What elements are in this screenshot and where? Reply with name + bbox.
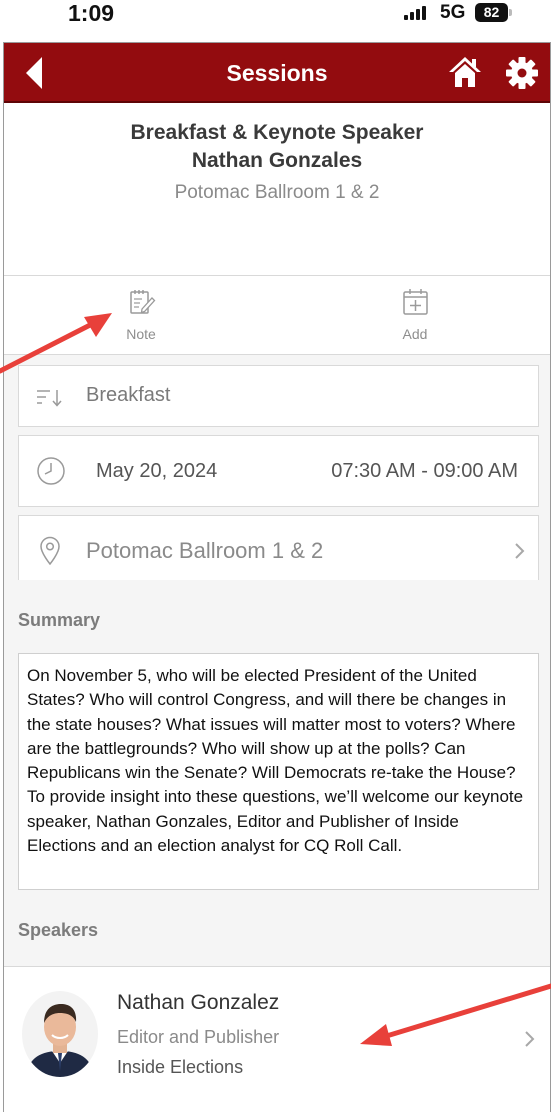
session-title-line1: Breakfast & Keynote Speaker (130, 121, 424, 144)
session-location: Potomac Ballroom 1 & 2 (174, 182, 380, 203)
location-text: Potomac Ballroom 1 & 2 (86, 538, 324, 563)
summary-section: Summary On November 5, who will be elect… (4, 580, 550, 966)
sort-icon (37, 390, 62, 407)
signal-strength-icon (404, 6, 430, 20)
session-time-range: 07:30 AM - 09:00 AM (331, 460, 518, 482)
app-header: Sessions (4, 43, 550, 103)
note-button[interactable]: Note (81, 276, 201, 356)
location-pin-icon (40, 536, 60, 566)
speaker-avatar (22, 991, 98, 1077)
status-bar: 1:09 5G 82 (0, 0, 551, 42)
clock-icon (37, 457, 65, 485)
session-details: Breakfast May 20, 2024 07:30 AM - 09:00 … (4, 355, 550, 585)
location-row[interactable]: Potomac Ballroom 1 & 2 (18, 515, 539, 585)
gear-icon (506, 57, 538, 89)
note-edit-icon (130, 290, 156, 314)
session-header: Breakfast & Keynote Speaker Nathan Gonza… (4, 105, 550, 275)
session-title-line2: Nathan Gonzales (191, 149, 363, 172)
chevron-right-icon (525, 1031, 535, 1047)
app-frame: Sessions Breakfast & Keynote Speaker Nat… (3, 42, 551, 1112)
chevron-right-icon (515, 543, 525, 559)
home-icon (449, 57, 481, 87)
add-label: Add (402, 326, 428, 342)
add-to-schedule-button[interactable]: Add (355, 276, 475, 356)
summary-heading: Summary (18, 610, 101, 630)
network-type: 5G (440, 2, 466, 23)
datetime-row: May 20, 2024 07:30 AM - 09:00 AM (18, 435, 539, 507)
category-row: Breakfast (18, 365, 539, 427)
settings-button[interactable] (504, 55, 540, 91)
session-date: May 20, 2024 (96, 460, 218, 482)
speaker-name: Nathan Gonzalez (117, 991, 280, 1014)
note-label: Note (126, 326, 156, 342)
home-button[interactable] (447, 55, 483, 89)
speakers-heading: Speakers (18, 920, 99, 940)
session-actions: Note Add (4, 275, 550, 355)
category-text: Breakfast (86, 384, 171, 406)
speaker-organization: Inside Elections (117, 1057, 244, 1077)
calendar-add-icon (403, 289, 428, 315)
back-arrow-icon (26, 57, 42, 89)
summary-text: On November 5, who will be elected Presi… (18, 653, 539, 890)
status-time: 1:09 (68, 0, 115, 26)
battery-icon: 82 (475, 3, 508, 22)
back-button[interactable] (20, 53, 52, 93)
speaker-row[interactable]: Nathan Gonzalez Editor and Publisher Ins… (4, 966, 550, 1112)
speaker-title: Editor and Publisher (117, 1027, 280, 1047)
session-title: Breakfast & Keynote Speaker Nathan Gonza… (4, 119, 550, 175)
battery-tip (509, 9, 512, 16)
